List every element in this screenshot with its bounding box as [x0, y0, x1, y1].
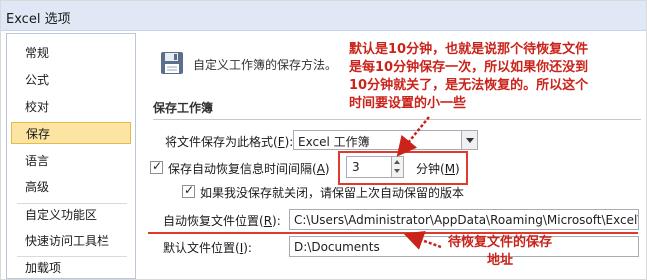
arrow-to-interval: [396, 116, 430, 157]
options-dialog: Excel 选项 常规 公式 校对 保存 语言 高级 自定义功能区 快速访问工具…: [0, 0, 647, 280]
annotation-arrows: [396, 116, 442, 250]
arrow-to-location: [403, 230, 442, 250]
